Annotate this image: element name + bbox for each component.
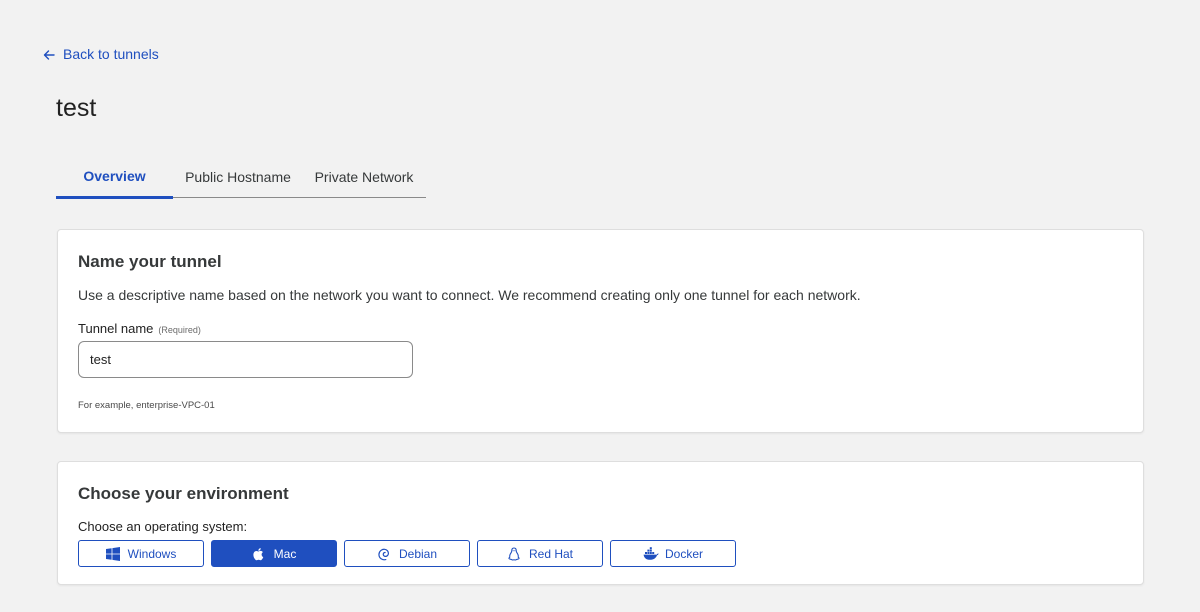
tunnel-name-label-text: Tunnel name — [78, 321, 154, 336]
back-link-label: Back to tunnels — [63, 46, 159, 62]
windows-icon — [105, 546, 120, 561]
os-redhat-button[interactable]: Red Hat — [477, 540, 603, 567]
name-tunnel-card: Name your tunnel Use a descriptive name … — [57, 229, 1144, 433]
docker-icon — [643, 546, 659, 561]
os-debian-button[interactable]: Debian — [344, 540, 470, 567]
tab-bar: Overview Public Hostname Private Network — [56, 156, 426, 199]
tab-public-hostname[interactable]: Public Hostname — [173, 156, 303, 197]
required-note: (Required) — [158, 325, 201, 335]
os-docker-label: Docker — [664, 546, 703, 561]
linux-penguin-icon — [507, 546, 521, 561]
debian-icon — [377, 547, 391, 561]
os-windows-button[interactable]: Windows — [78, 540, 204, 567]
os-mac-label: Mac — [273, 546, 297, 561]
page-title: test — [56, 94, 97, 122]
tunnel-name-label: Tunnel name (Required) — [78, 321, 201, 336]
choose-environment-heading: Choose your environment — [78, 484, 289, 503]
os-button-group: Windows Mac Debian Red Hat Docker — [78, 540, 736, 567]
tab-private-network[interactable]: Private Network — [303, 156, 425, 197]
back-to-tunnels-link[interactable]: Back to tunnels — [43, 46, 159, 62]
os-mac-button[interactable]: Mac — [211, 540, 337, 567]
tunnel-name-input[interactable] — [78, 341, 413, 378]
choose-environment-card: Choose your environment Choose an operat… — [57, 461, 1144, 585]
os-docker-button[interactable]: Docker — [610, 540, 736, 567]
tunnel-name-hint: For example, enterprise-VPC-01 — [78, 400, 215, 411]
arrow-left-icon — [43, 48, 55, 60]
name-tunnel-heading: Name your tunnel — [78, 252, 222, 271]
apple-icon — [252, 547, 266, 561]
os-debian-label: Debian — [398, 546, 438, 561]
os-redhat-label: Red Hat — [528, 546, 574, 561]
os-label: Choose an operating system: — [78, 519, 248, 534]
tab-overview[interactable]: Overview — [56, 156, 173, 199]
name-tunnel-description: Use a descriptive name based on the netw… — [78, 287, 861, 303]
os-windows-label: Windows — [127, 546, 177, 561]
